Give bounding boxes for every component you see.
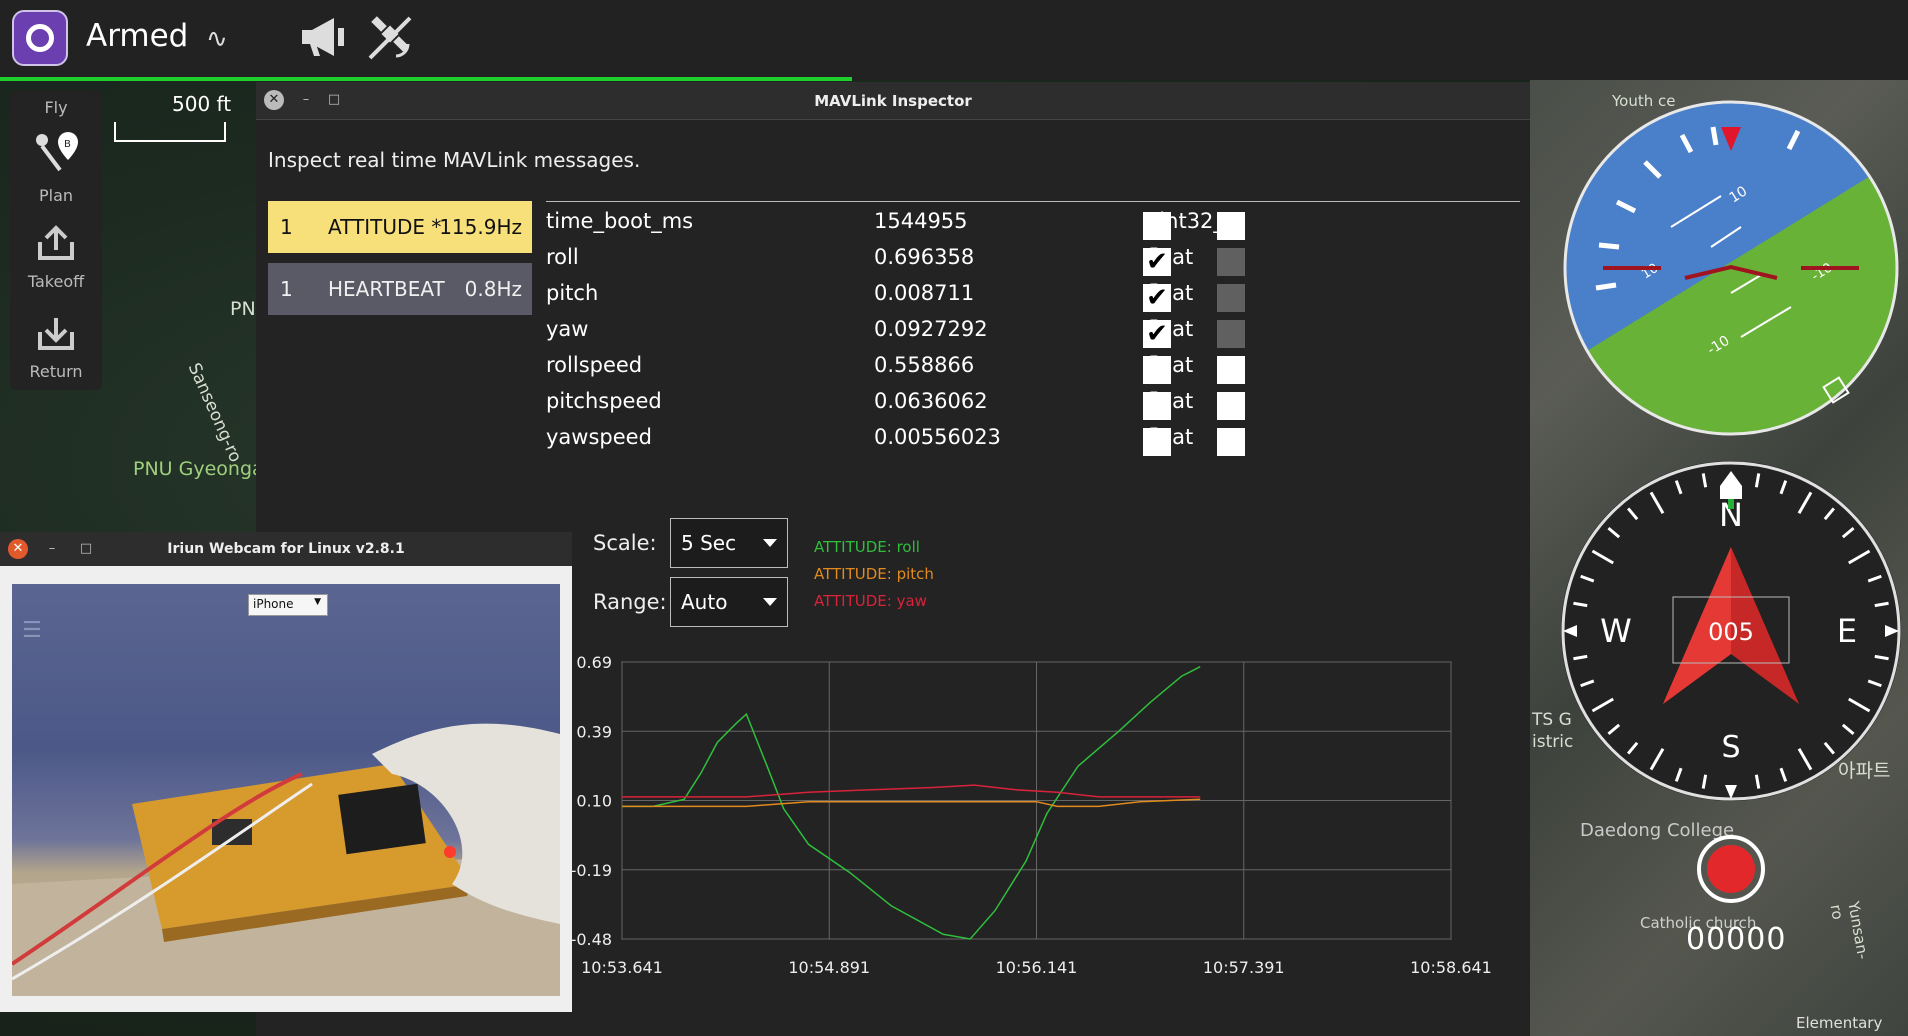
mission-progress-bar — [0, 77, 852, 81]
svg-text:B: B — [64, 139, 71, 150]
field-name: yaw — [546, 317, 589, 341]
x-tick-label: 10:54.891 — [788, 958, 870, 977]
plot2-checkbox[interactable] — [1217, 284, 1245, 312]
field-value: 0.0927292 — [874, 317, 988, 341]
vibration-icon[interactable]: ∿ — [206, 24, 228, 54]
map-scale-label: 500 ft — [172, 92, 232, 116]
y-tick-label: 0.69 — [576, 653, 612, 672]
field-name: pitchspeed — [546, 389, 662, 413]
camera-device-value: iPhone — [253, 597, 294, 611]
plot1-checkbox[interactable] — [1143, 428, 1171, 456]
tool-plan[interactable]: B Plan — [10, 130, 102, 205]
field-name: pitch — [546, 281, 599, 305]
compass-west: W — [1600, 612, 1632, 650]
field-value: 1544955 — [874, 209, 968, 233]
tool-return[interactable]: Return — [10, 312, 102, 381]
camera-device-select[interactable]: iPhone ▼ — [248, 594, 328, 616]
qgc-logo-icon[interactable] — [12, 10, 68, 66]
y-tick-label: 0.39 — [576, 722, 612, 741]
takeoff-icon — [10, 222, 102, 272]
field-value: 0.00556023 — [874, 425, 1001, 449]
tool-fly[interactable]: Fly — [10, 98, 102, 117]
field-value: 0.0636062 — [874, 389, 988, 413]
return-icon — [10, 312, 102, 362]
menu-icon[interactable]: ☰ — [22, 618, 42, 643]
field-value: 0.696358 — [874, 245, 975, 269]
plot2-checkbox[interactable] — [1217, 392, 1245, 420]
y-tick-label: -0.19 — [571, 861, 612, 880]
heading-value: 005 — [1708, 618, 1754, 646]
x-tick-label: 10:56.141 — [996, 958, 1078, 977]
tool-takeoff-label: Takeoff — [27, 272, 85, 291]
attitude-indicator: 10 -10 10 -10 — [1563, 100, 1899, 436]
compass: 005 N S W E — [1561, 461, 1901, 801]
series-line-attitude--yaw — [622, 784, 1201, 798]
tool-fly-label: Fly — [44, 98, 68, 117]
tool-takeoff[interactable]: Takeoff — [10, 222, 102, 291]
plot2-checkbox[interactable] — [1217, 248, 1245, 276]
x-tick-label: 10:53.641 — [581, 958, 663, 977]
chevron-down-icon: ▼ — [314, 597, 321, 607]
webcam-window: ✕ – □ Iriun Webcam for Linux v2.8.1 iPho… — [0, 532, 572, 1012]
recording-counter: 00000 — [1686, 922, 1787, 957]
plot1-checkbox[interactable] — [1143, 356, 1171, 384]
compass-east: E — [1837, 612, 1857, 650]
plot2-checkbox[interactable] — [1217, 428, 1245, 456]
field-name: roll — [546, 245, 579, 269]
series-line-attitude--roll — [622, 666, 1201, 940]
field-value: 0.008711 — [874, 281, 975, 305]
x-tick-label: 10:58.641 — [1410, 958, 1492, 977]
field-value: 0.558866 — [874, 353, 975, 377]
webcam-title: Iriun Webcam for Linux v2.8.1 — [167, 541, 405, 557]
y-tick-label: -0.48 — [571, 930, 612, 949]
plot2-checkbox[interactable] — [1217, 356, 1245, 384]
plot1-checkbox[interactable]: ✔ — [1143, 284, 1171, 312]
tool-return-label: Return — [29, 362, 83, 381]
plot1-checkbox[interactable] — [1143, 392, 1171, 420]
armed-status[interactable]: Armed — [86, 18, 188, 54]
y-tick-label: 0.10 — [576, 792, 612, 811]
field-name: yawspeed — [546, 425, 652, 449]
webcam-title-bar[interactable]: ✕ – □ Iriun Webcam for Linux v2.8.1 — [0, 532, 572, 566]
top-toolbar: Armed ∿ — [0, 0, 1908, 80]
camera-feed: iPhone ▼ ☰ — [12, 584, 560, 996]
map-label: Daedong College — [1580, 820, 1735, 841]
tool-plan-label: Plan — [38, 186, 74, 205]
megaphone-icon[interactable] — [298, 14, 348, 69]
tool-strip: Fly B Plan Takeoff Return — [10, 90, 102, 390]
field-name: time_boot_ms — [546, 209, 694, 233]
map-label: PN — [230, 298, 256, 320]
compass-south: S — [1721, 730, 1740, 765]
x-tick-label: 10:57.391 — [1203, 958, 1285, 977]
plot2-checkbox[interactable] — [1217, 320, 1245, 348]
plan-icon: B — [10, 130, 102, 186]
map-scale-bar — [114, 122, 226, 142]
plot1-checkbox[interactable] — [1143, 212, 1171, 240]
map-label: Elementary — [1796, 1014, 1883, 1032]
map-label: PNU Gyeonga — [133, 458, 264, 480]
gps-icon[interactable] — [366, 14, 414, 71]
plot1-checkbox[interactable]: ✔ — [1143, 248, 1171, 276]
field-name: rollspeed — [546, 353, 643, 377]
plot2-checkbox[interactable] — [1217, 212, 1245, 240]
plot1-checkbox[interactable]: ✔ — [1143, 320, 1171, 348]
record-button[interactable] — [1697, 835, 1765, 903]
